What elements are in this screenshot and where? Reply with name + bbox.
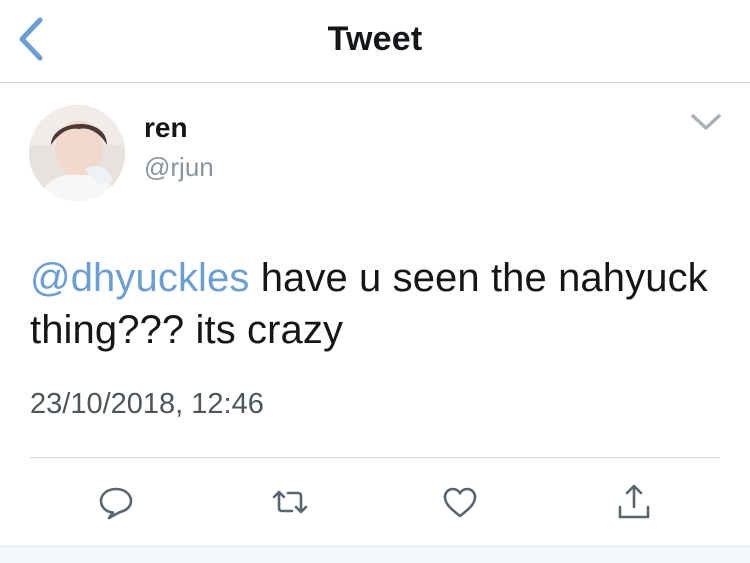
- retweet-icon: [272, 490, 308, 514]
- share-icon: [618, 484, 650, 519]
- bottom-bar: [0, 546, 750, 563]
- mention-link[interactable]: @dhyuckles: [30, 256, 249, 300]
- author-display-name[interactable]: ren: [144, 112, 188, 144]
- profile-photo: [29, 105, 125, 201]
- navigation-header: Tweet: [0, 0, 750, 83]
- more-options-button[interactable]: [684, 104, 728, 140]
- retweet-button[interactable]: [268, 480, 312, 524]
- tweet-timestamp: 23/10/2018, 12:46: [30, 388, 264, 420]
- comment-icon: [99, 487, 133, 520]
- divider: [30, 457, 720, 458]
- chevron-down-icon: [691, 114, 721, 130]
- share-button[interactable]: [612, 480, 656, 524]
- reply-button[interactable]: [94, 480, 138, 524]
- tweet-text: @dhyuckles have u seen the nahyuck thing…: [30, 252, 720, 356]
- author-handle[interactable]: @rjun: [144, 152, 214, 183]
- like-button[interactable]: [438, 480, 482, 524]
- heart-icon: [443, 487, 477, 518]
- page-title: Tweet: [327, 20, 423, 58]
- avatar[interactable]: [29, 105, 125, 201]
